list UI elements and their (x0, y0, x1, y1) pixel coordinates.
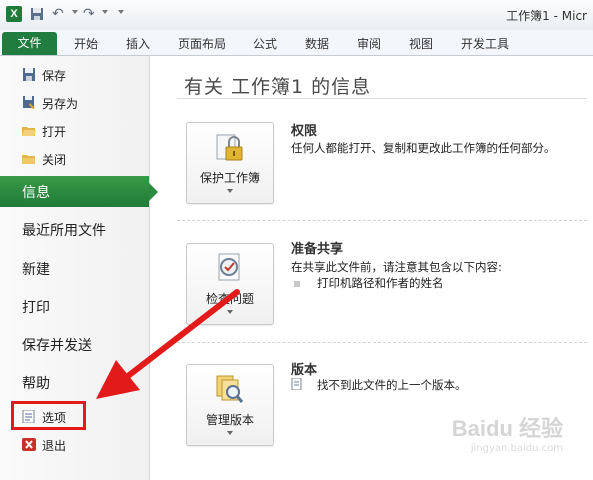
versions-heading: 版本 (291, 363, 318, 378)
tab-page-layout[interactable]: 页面布局 (178, 35, 226, 52)
tab-data[interactable]: 数据 (305, 35, 329, 52)
bullet-icon (294, 281, 300, 287)
versions-icon (216, 375, 244, 403)
permissions-heading: 权限 (291, 124, 318, 139)
selected-arrow-icon (149, 183, 158, 201)
chevron-down-icon (227, 189, 233, 193)
prepare-share-bullet: 打印机路径和作者的姓名 (317, 276, 444, 290)
customize-toolbar-icon[interactable] (118, 10, 124, 14)
save-icon[interactable] (29, 6, 45, 22)
save-icon (23, 68, 35, 81)
divider (177, 98, 587, 99)
lock-document-icon (216, 134, 243, 161)
ribbon-tabs: 文件 开始 插入 页面布局 公式 数据 审阅 视图 开发工具 (0, 30, 593, 56)
sidebar-item-save-send[interactable]: 保存并发送 (22, 335, 92, 355)
redo-dropdown-icon[interactable] (102, 10, 108, 14)
sidebar-item-label: 打开 (42, 125, 67, 139)
tab-home[interactable]: 开始 (74, 35, 98, 52)
document-icon (291, 378, 302, 390)
tab-view[interactable]: 视图 (409, 35, 433, 52)
sidebar-item-label: 另存为 (42, 97, 79, 111)
undo-dropdown-icon[interactable] (72, 10, 78, 14)
save-as-icon (23, 96, 35, 109)
versions-description: 找不到此文件的上一个版本。 (317, 378, 467, 392)
window-title: 工作簿1 - Micr (506, 9, 587, 23)
tab-review[interactable]: 审阅 (357, 35, 381, 52)
watermark-sub: jingyan.baidu.com (470, 443, 563, 454)
prepare-share-heading: 准备共享 (291, 242, 344, 257)
inspect-document-icon (218, 253, 240, 281)
redo-icon[interactable]: ↷ (83, 6, 99, 22)
sidebar-item-info-label: 信息 (22, 185, 50, 201)
protect-workbook-label: 保护工作簿 (199, 171, 260, 185)
manage-versions-label: 管理版本 (205, 413, 254, 427)
sidebar-item-label: 保存 (42, 69, 67, 83)
exit-icon (22, 438, 36, 451)
watermark-main: Baidu 经验 (451, 416, 563, 441)
divider (177, 342, 587, 343)
title-bar: X ↶ ↷ 工作簿1 - Micr (0, 0, 593, 30)
chevron-down-icon (227, 431, 233, 435)
undo-icon[interactable]: ↶ (52, 6, 68, 22)
check-issues-label: 检查问题 (205, 292, 254, 306)
options-highlight-box (11, 401, 86, 430)
sidebar-item-help[interactable]: 帮助 (22, 373, 50, 393)
tab-insert[interactable]: 插入 (126, 35, 150, 52)
tab-file[interactable]: 文件 (2, 32, 57, 55)
check-issues-button[interactable]: 检查问题 (186, 243, 274, 325)
prepare-share-description: 在共享此文件前，请注意其包含以下内容: (291, 260, 502, 274)
open-folder-icon (22, 127, 36, 136)
permissions-description: 任何人都能打开、复制和更改此工作簿的任何部分。 (291, 141, 556, 155)
divider (177, 220, 587, 221)
sidebar-item-new[interactable]: 新建 (22, 259, 50, 279)
sidebar-item-label: 退出 (42, 439, 67, 453)
baidu-watermark: Baidu 经验 jingyan.baidu.com (452, 411, 563, 454)
chevron-down-icon (227, 310, 233, 314)
tab-formulas[interactable]: 公式 (253, 35, 277, 52)
excel-app-icon[interactable]: X (6, 6, 22, 22)
page-title: 有关 工作簿1 的信息 (184, 76, 372, 98)
sidebar-item-label: 关闭 (42, 153, 67, 167)
manage-versions-button[interactable]: 管理版本 (186, 364, 274, 446)
tab-developer[interactable]: 开发工具 (461, 35, 509, 52)
sidebar-item-recent[interactable]: 最近所用文件 (22, 220, 106, 240)
protect-workbook-button[interactable]: 保护工作簿 (186, 122, 274, 204)
sidebar-item-print[interactable]: 打印 (22, 297, 50, 317)
close-folder-icon (22, 155, 35, 164)
